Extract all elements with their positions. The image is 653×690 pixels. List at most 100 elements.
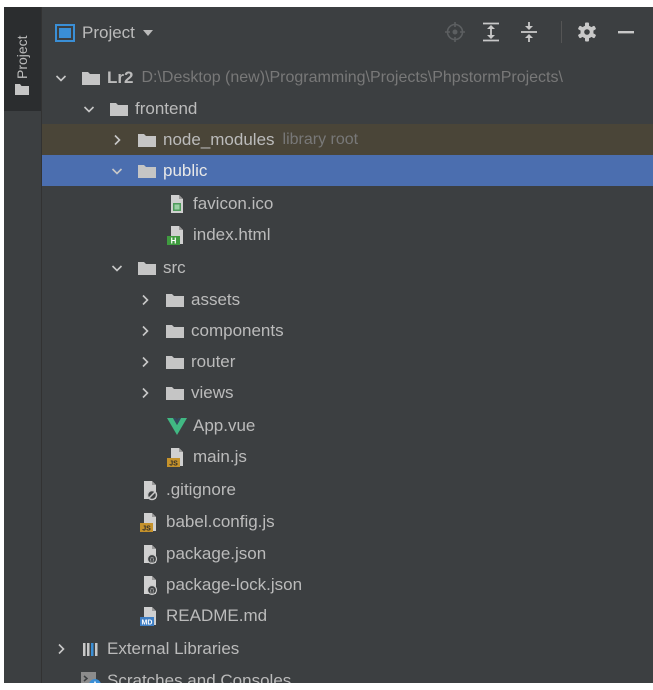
expand-all-icon — [483, 22, 499, 42]
tree-node-views[interactable]: views — [42, 377, 653, 408]
image-file-icon — [166, 193, 188, 215]
left-tool-strip: Project — [4, 7, 42, 683]
root-project-name: Lr2 — [107, 67, 134, 87]
gitignore-label: .gitignore — [166, 479, 236, 499]
chevron-right-icon — [55, 643, 67, 655]
collapse-all-icon — [521, 22, 537, 42]
project-tool-tab[interactable]: Project — [4, 7, 41, 111]
public-label: public — [163, 160, 208, 180]
dropdown-icon — [142, 30, 153, 36]
svg-text:MD: MD — [142, 619, 153, 626]
folder-icon — [108, 98, 130, 120]
babel-config-label: babel.config.js — [166, 511, 275, 531]
hide-icon — [618, 31, 634, 34]
tree-node-scratches[interactable]: Scratches and Consoles — [42, 665, 653, 683]
folder-icon — [136, 160, 158, 182]
libraries-icon — [80, 638, 102, 660]
html-file-icon: H — [166, 224, 188, 246]
tree-node-readme[interactable]: MD README.md — [42, 600, 653, 631]
main-js-label: main.js — [193, 446, 247, 466]
tree-node-app-vue[interactable]: App.vue — [42, 410, 653, 441]
project-view-icon — [55, 24, 75, 42]
tree-node-node-modules[interactable]: node_modules library root — [42, 124, 653, 155]
json-file-icon: {} — [139, 574, 161, 596]
folder-icon — [164, 320, 186, 342]
tree-node-src[interactable]: src — [42, 252, 653, 283]
project-tree: Lr2 D:\Desktop (new)\Programming\Project… — [42, 59, 653, 683]
settings-button[interactable] — [576, 21, 598, 43]
svg-text:JS: JS — [142, 525, 151, 532]
chevron-right-icon — [139, 325, 151, 337]
ide-window: Project Project Lr2 D:\Desktop (new)\Pro… — [4, 7, 653, 683]
tree-node-lr2[interactable]: Lr2 D:\Desktop (new)\Programming\Project… — [42, 62, 653, 93]
tree-node-index-html[interactable]: H index.html — [42, 219, 653, 250]
chevron-right-icon — [139, 356, 151, 368]
expand-all-button[interactable] — [480, 21, 502, 43]
root-project-path: D:\Desktop (new)\Programming\Projects\Ph… — [141, 68, 563, 86]
components-label: components — [191, 320, 284, 340]
chevron-right-icon — [139, 294, 151, 306]
toolbar-separator — [561, 21, 562, 43]
tree-node-router[interactable]: router — [42, 346, 653, 377]
package-lock-label: package-lock.json — [166, 574, 303, 594]
readme-label: README.md — [166, 605, 268, 625]
js-file-icon: JS — [166, 446, 188, 468]
md-file-icon: MD — [139, 605, 161, 627]
node-modules-label: node_modules — [163, 129, 275, 149]
tree-node-frontend[interactable]: frontend — [42, 93, 653, 124]
collapse-all-button[interactable] — [518, 21, 540, 43]
js-file-icon: JS — [139, 511, 161, 533]
views-label: views — [191, 382, 234, 402]
json-file-icon: {} — [139, 543, 161, 565]
favicon-label: favicon.ico — [193, 193, 274, 213]
tree-node-main-js[interactable]: JS main.js — [42, 441, 653, 472]
tree-node-package-lock[interactable]: {} package-lock.json — [42, 569, 653, 600]
tree-node-external-libraries[interactable]: External Libraries — [42, 633, 653, 664]
chevron-right-icon — [139, 387, 151, 399]
tree-node-components[interactable]: components — [42, 315, 653, 346]
tree-node-public[interactable]: public — [42, 155, 653, 186]
index-html-label: index.html — [193, 224, 271, 244]
chevron-down-icon — [55, 72, 67, 84]
app-vue-label: App.vue — [193, 415, 256, 435]
folder-icon — [136, 129, 158, 151]
folder-icon — [80, 67, 102, 89]
chevron-down-icon — [111, 262, 123, 274]
scratches-icon — [80, 670, 102, 683]
hide-panel-button[interactable] — [615, 21, 637, 43]
screenshot-frame: Project Project Lr2 D:\Desktop (new)\Pro… — [0, 0, 653, 690]
folder-icon — [164, 351, 186, 373]
project-panel: Project Lr2 D:\Desktop (new)\Programming… — [42, 7, 653, 683]
project-tool-tab-label: Project — [14, 35, 30, 79]
tree-node-gitignore[interactable]: .gitignore — [42, 474, 653, 505]
library-root-hint: library root — [282, 130, 359, 148]
locate-icon — [445, 22, 465, 42]
ignore-file-icon — [139, 479, 161, 501]
folder-icon — [164, 289, 186, 311]
panel-title: Project — [82, 23, 135, 42]
gear-icon — [578, 22, 596, 42]
tree-node-package-json[interactable]: {} package.json — [42, 538, 653, 569]
chevron-down-icon — [111, 165, 123, 177]
tree-node-babel-config[interactable]: JS babel.config.js — [42, 506, 653, 537]
frontend-label: frontend — [135, 98, 198, 118]
router-label: router — [191, 351, 236, 371]
external-libraries-label: External Libraries — [107, 638, 240, 658]
folder-icon — [164, 382, 186, 404]
view-selector[interactable]: Project — [55, 20, 154, 46]
folder-icon — [136, 257, 158, 279]
chevron-right-icon — [111, 134, 123, 146]
scratches-label: Scratches and Consoles — [107, 670, 292, 684]
chevron-down-icon — [83, 103, 95, 115]
src-label: src — [163, 257, 186, 277]
vue-icon — [166, 415, 188, 437]
svg-text:JS: JS — [169, 460, 178, 467]
package-json-label: package.json — [166, 543, 267, 563]
locate-button[interactable] — [444, 21, 466, 43]
svg-text:H: H — [171, 236, 177, 245]
assets-label: assets — [191, 289, 241, 309]
tree-node-assets[interactable]: assets — [42, 284, 653, 315]
panel-header: Project — [42, 7, 653, 59]
tree-node-favicon[interactable]: favicon.ico — [42, 188, 653, 219]
folder-icon — [15, 84, 29, 95]
